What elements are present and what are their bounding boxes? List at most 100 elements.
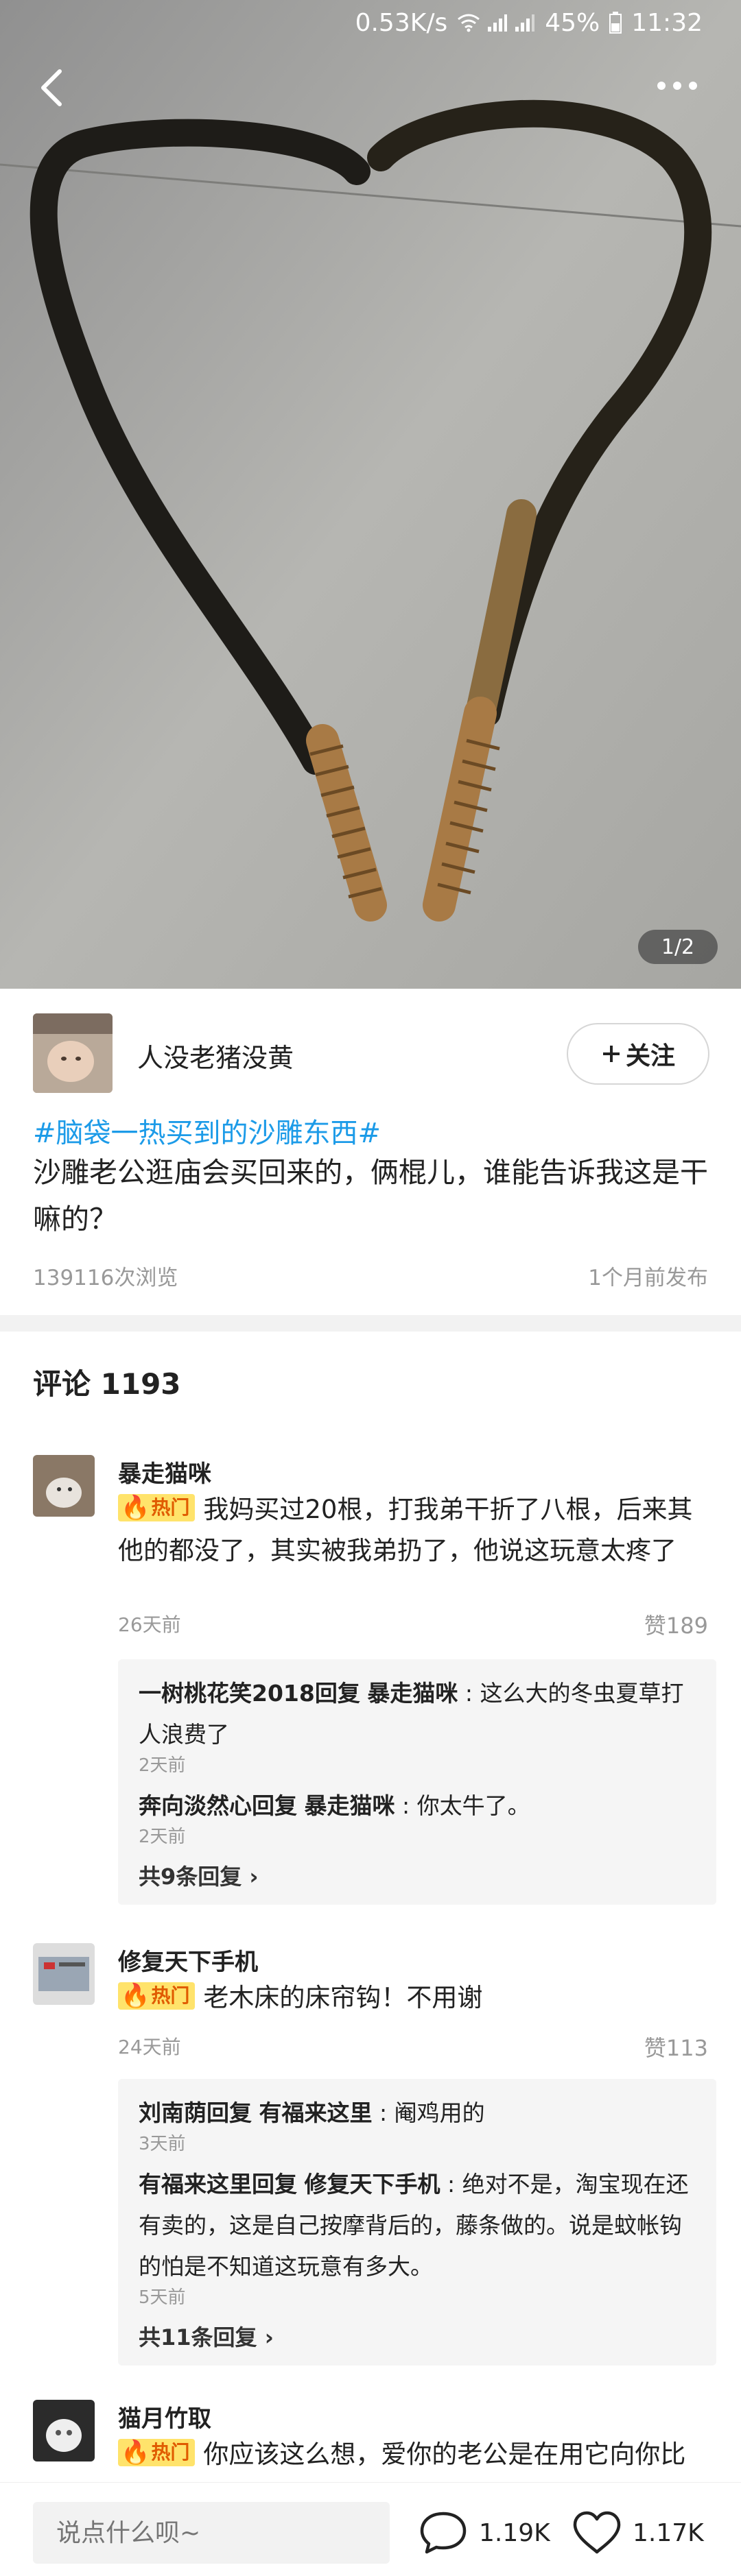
view-more-replies-link[interactable]: 共9条回复 › — [139, 1859, 696, 1891]
reply-verb: 回复 — [314, 1680, 360, 1707]
speech-bubble-icon — [420, 2512, 467, 2554]
section-divider — [0, 1315, 741, 1332]
follow-label: 关注 — [625, 1042, 675, 1070]
comment-text: 你应该这么想，爱你的老公是在用它向你比心 — [118, 2440, 686, 2482]
publish-time: 1个月前发布 — [588, 1266, 708, 1290]
comment-like-button[interactable]: 赞189 — [644, 1609, 708, 1640]
reply-target[interactable]: 暴走猫咪 — [305, 1792, 395, 1819]
avatar-image — [33, 2400, 95, 2461]
like-count: 1.17K — [633, 2518, 704, 2547]
reply-time: 5天前 — [139, 2287, 186, 2308]
comment-body: 🔥 热门 我妈买过20根，打我弟干折了八根，后来其他的都没了，其实被我弟扔了，他说这… — [118, 1489, 709, 1572]
reply-verb: 回复 — [252, 1792, 297, 1819]
author-row: 人没老猪没黄 关注 — [0, 989, 741, 1112]
battery-icon — [609, 12, 622, 34]
reply-text: 一树桃花笑2018回复 暴走猫咪 : 这么大的冬虫夏草打人浪费了 — [139, 1680, 684, 1748]
hot-label: 热门 — [151, 2441, 190, 2464]
clock: 11:32 — [631, 8, 703, 37]
comment-like-button[interactable]: 赞113 — [644, 2031, 708, 2062]
reply-author[interactable]: 有福来这里 — [139, 2171, 252, 2198]
comment-text: 我妈买过20根，打我弟干折了八根，后来其他的都没了，其实被我弟扔了，他说这玩意太… — [118, 1495, 693, 1565]
comment-body: 🔥热门你应该这么想，爱你的老公是在用它向你比心 — [118, 2434, 709, 2482]
heart-sticks-photo — [0, 0, 741, 989]
hot-badge: 🔥 热门 — [118, 1494, 196, 1521]
reply-verb: 回复 — [252, 2171, 297, 2198]
view-more-replies-link[interactable]: 共11条回复 › — [139, 2320, 696, 2352]
reply-time: 3天前 — [139, 2134, 186, 2154]
comment-username[interactable]: 暴走猫咪 — [118, 1455, 211, 1489]
follow-button[interactable]: 关注 — [567, 1023, 709, 1085]
author-avatar[interactable] — [33, 1013, 113, 1093]
chevron-right-icon: › — [264, 2324, 274, 2350]
more-button[interactable] — [653, 69, 701, 103]
reply-author[interactable]: 一树桃花笑2018 — [139, 1680, 315, 1707]
hot-badge: 🔥 热门 — [118, 2439, 196, 2466]
reply-target[interactable]: 暴走猫咪 — [367, 1680, 458, 1707]
flame-icon: 🔥 — [121, 2439, 150, 2466]
avatar-image — [33, 1455, 95, 1517]
comment-item: 猫月竹取 🔥热门你应该这么想，爱你的老公是在用它向你比心 — [0, 2400, 741, 2482]
back-button[interactable] — [30, 62, 71, 114]
status-icons — [457, 13, 535, 32]
heart-icon — [573, 2511, 621, 2554]
comment-avatar[interactable] — [33, 1943, 95, 2005]
reply-text: 有福来这里回复 修复天下手机 : 绝对不是，淘宝现在还有卖的，这是自己按摩背后的… — [139, 2171, 689, 2280]
comment-avatar[interactable] — [33, 2400, 95, 2461]
reply-item[interactable]: 一树桃花笑2018回复 暴走猫咪 : 这么大的冬虫夏草打人浪费了 2天前 — [139, 1673, 696, 1776]
reply-author[interactable]: 奔向淡然心 — [139, 1792, 252, 1819]
battery-percent: 45% — [545, 8, 600, 37]
comment-avatar[interactable] — [33, 1455, 95, 1517]
reply-time: 2天前 — [139, 1827, 186, 1847]
reply-target[interactable]: 修复天下手机 — [305, 2171, 440, 2198]
comments-button[interactable]: 1.19K — [419, 2502, 550, 2564]
avatar-image — [33, 1943, 95, 2005]
comment-count: 1.19K — [479, 2518, 550, 2547]
avatar-image — [33, 1013, 113, 1093]
more-replies-label: 共9条回复 — [139, 1864, 242, 1890]
reply-content: 阉鸡用的 — [394, 2099, 485, 2126]
comments-header: 评论 1193 — [33, 1367, 181, 1401]
reply-item[interactable]: 奔向淡然心回复 暴走猫咪 : 你太牛了。 2天前 — [139, 1785, 696, 1847]
plus-icon — [602, 1046, 620, 1062]
post-photo[interactable]: 0.53K/s 45% 11:32 1/2 — [0, 0, 741, 989]
hot-label: 热门 — [151, 1496, 190, 1519]
status-bar: 0.53K/s 45% 11:32 — [0, 0, 741, 45]
author-name[interactable]: 人没老猪没黄 — [137, 1037, 294, 1074]
bottom-action-bar: 1.19K 1.17K — [0, 2482, 741, 2576]
chevron-right-icon: › — [249, 1864, 259, 1890]
network-speed: 0.53K/s — [355, 8, 448, 37]
reply-target[interactable]: 有福来这里 — [259, 2099, 373, 2126]
comment-username[interactable]: 猫月竹取 — [118, 2400, 211, 2433]
comment-input[interactable] — [33, 2502, 390, 2564]
more-dots-icon — [657, 82, 697, 90]
wifi-icon — [458, 14, 480, 32]
reply-item[interactable]: 有福来这里回复 修复天下手机 : 绝对不是，淘宝现在还有卖的，这是自己按摩背后的… — [139, 2164, 696, 2308]
signal-icon — [488, 14, 508, 32]
reply-text: 奔向淡然心回复 暴走猫咪 : 你太牛了。 — [139, 1792, 530, 1819]
comment-username[interactable]: 修复天下手机 — [118, 1943, 258, 1977]
topic-tag[interactable]: #脑袋一热买到的沙雕东西# — [33, 1111, 381, 1151]
reply-text: 刘南荫回复 有福来这里 : 阉鸡用的 — [139, 2099, 485, 2126]
hot-badge: 🔥 热门 — [118, 1982, 196, 2010]
view-count: 139116次浏览 — [33, 1266, 178, 1290]
comment-time: 24天前 — [118, 2036, 181, 2058]
reply-item[interactable]: 刘南荫回复 有福来这里 : 阉鸡用的 3天前 — [139, 2093, 696, 2154]
reply-time: 2天前 — [139, 1755, 186, 1776]
reply-content: 你太牛了。 — [416, 1792, 530, 1819]
comment-text: 老木床的床帘钩！不用谢 — [203, 1983, 483, 2012]
like-button[interactable]: 1.17K — [572, 2502, 704, 2564]
more-replies-label: 共11条回复 — [139, 2324, 257, 2350]
chevron-left-icon — [41, 69, 62, 106]
reply-box[interactable]: 一树桃花笑2018回复 暴走猫咪 : 这么大的冬虫夏草打人浪费了 2天前 奔向淡… — [118, 1659, 716, 1905]
post-text: 沙雕老公逛庙会买回来的，俩棍儿，谁能告诉我这是干嘛的？ — [33, 1156, 708, 1236]
flame-icon: 🔥 — [121, 1494, 150, 1521]
comment-body: 🔥 热门 老木床的床帘钩！不用谢 — [118, 1977, 709, 2019]
reply-verb: 回复 — [207, 2099, 252, 2126]
flame-icon: 🔥 — [121, 1982, 150, 2010]
reply-author[interactable]: 刘南荫 — [139, 2099, 207, 2126]
hot-label: 热门 — [151, 1984, 190, 2007]
gallery-page-counter: 1/2 — [638, 930, 718, 964]
comment-time: 26天前 — [118, 1613, 181, 1636]
reply-box[interactable]: 刘南荫回复 有福来这里 : 阉鸡用的 3天前 有福来这里回复 修复天下手机 : … — [118, 2079, 716, 2366]
signal-icon-2 — [515, 14, 535, 32]
